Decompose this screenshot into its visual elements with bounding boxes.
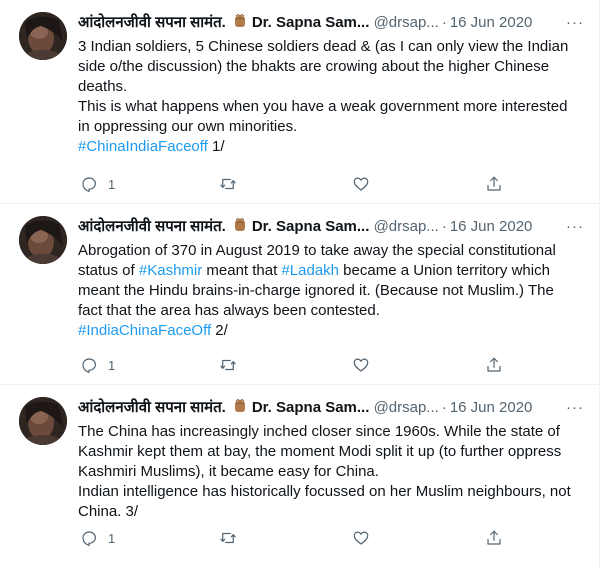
retweet-icon	[220, 532, 236, 544]
tweet-line: Abrogation of 370 in August 2019 to take…	[78, 241, 582, 321]
separator-dot: ·	[441, 218, 447, 235]
reply-count: 1	[108, 176, 116, 192]
heart-icon	[353, 177, 369, 191]
tweet-line: Indian intelligence has historically foc…	[78, 483, 571, 520]
tweet-actions: 1	[78, 529, 600, 549]
tweet-header: आंदोलनजीवी सपना सामंत. Dr. Sapna Sam... @…	[78, 12, 586, 34]
thread-index: 1/	[207, 138, 225, 155]
avatar[interactable]	[19, 397, 67, 445]
tweet-header: आंदोलनजीवी सपना सामंत. Dr. Sapna Sam... @…	[78, 397, 586, 419]
share-button[interactable]	[485, 529, 503, 547]
tweet-text: Abrogation of 370 in August 2019 to take…	[78, 241, 582, 341]
reply-button[interactable]: 1	[80, 175, 115, 193]
retweet-button[interactable]	[219, 529, 237, 547]
more-options-icon[interactable]: ···	[566, 397, 584, 419]
like-button[interactable]	[352, 175, 370, 193]
heart-icon	[353, 358, 369, 372]
hashtag-link[interactable]: #ChinaIndiaFaceoff	[78, 138, 208, 155]
user-handle[interactable]: @drsap...	[374, 218, 439, 235]
tweet-text-segment: meant that	[202, 262, 282, 279]
raised-fist-emoji-icon	[232, 398, 248, 414]
tweet-text: The China has increasingly inched closer…	[78, 422, 582, 522]
separator-dot: ·	[441, 14, 447, 31]
raised-fist-emoji-icon	[232, 217, 248, 233]
user-handle[interactable]: @drsap...	[374, 399, 439, 416]
avatar-photo-icon	[19, 397, 67, 445]
display-name[interactable]: आंदोलनजीवी सपना सामंत.	[78, 399, 226, 416]
retweet-button[interactable]	[219, 175, 237, 193]
retweet-icon	[220, 359, 236, 371]
retweet-button[interactable]	[219, 356, 237, 374]
reply-icon	[82, 531, 96, 547]
tweet-text: 3 Indian soldiers, 5 Chinese soldiers de…	[78, 37, 582, 157]
tweet-line: The China has increasingly inched closer…	[78, 423, 562, 480]
hashtag-link[interactable]: #IndiaChinaFaceOff	[78, 322, 211, 339]
share-button[interactable]	[485, 175, 503, 193]
display-name-suffix[interactable]: Dr. Sapna Sam...	[252, 14, 370, 31]
reply-button[interactable]: 1	[80, 529, 115, 547]
tweet-date[interactable]: 16 Jun 2020	[450, 14, 533, 31]
display-name-suffix[interactable]: Dr. Sapna Sam...	[252, 218, 370, 235]
thread-timeline: आंदोलनजीवी सपना सामंत. Dr. Sapna Sam... @…	[0, 0, 600, 568]
reply-icon	[82, 358, 96, 374]
avatar[interactable]	[19, 216, 67, 264]
heart-icon	[353, 531, 369, 545]
avatar-photo-icon	[19, 216, 67, 264]
tweet-line: #ChinaIndiaFaceoff 1/	[78, 137, 582, 157]
reply-count: 1	[108, 530, 116, 546]
like-button[interactable]	[352, 529, 370, 547]
display-name[interactable]: आंदोलनजीवी सपना सामंत.	[78, 218, 226, 235]
more-options-icon[interactable]: ···	[566, 12, 584, 34]
tweet-header: आंदोलनजीवी सपना सामंत. Dr. Sapna Sam... @…	[78, 216, 586, 238]
share-icon	[487, 530, 501, 545]
tweet-line: This is what happens when you have a wea…	[78, 98, 568, 135]
tweet[interactable]: आंदोलनजीवी सपना सामंत. Dr. Sapna Sam... @…	[0, 0, 600, 203]
tweet-line: 3 Indian soldiers, 5 Chinese soldiers de…	[78, 38, 569, 95]
reply-count: 1	[108, 357, 116, 373]
tweet-actions: 1	[78, 356, 600, 376]
tweet-date[interactable]: 16 Jun 2020	[450, 218, 533, 235]
display-name-suffix[interactable]: Dr. Sapna Sam...	[252, 399, 370, 416]
tweet[interactable]: आंदोलनजीवी सपना सामंत. Dr. Sapna Sam... @…	[0, 384, 600, 569]
tweet[interactable]: आंदोलनजीवी सपना सामंत. Dr. Sapna Sam... @…	[0, 203, 600, 385]
separator-dot: ·	[441, 399, 447, 416]
avatar[interactable]	[19, 12, 67, 60]
hashtag-link[interactable]: #Ladakh	[281, 262, 339, 279]
reply-icon	[82, 177, 96, 193]
share-button[interactable]	[485, 356, 503, 374]
tweet-actions: 1	[78, 175, 600, 195]
hashtag-link[interactable]: #Kashmir	[139, 262, 202, 279]
user-handle[interactable]: @drsap...	[374, 14, 439, 31]
share-icon	[487, 357, 501, 372]
raised-fist-emoji-icon	[232, 13, 248, 29]
tweet-date[interactable]: 16 Jun 2020	[450, 399, 533, 416]
share-icon	[487, 176, 501, 191]
avatar-photo-icon	[19, 12, 67, 60]
like-button[interactable]	[352, 356, 370, 374]
reply-button[interactable]: 1	[80, 356, 115, 374]
display-name[interactable]: आंदोलनजीवी सपना सामंत.	[78, 14, 226, 31]
retweet-icon	[220, 178, 236, 190]
tweet-line: #IndiaChinaFaceOff 2/	[78, 321, 582, 341]
thread-index: 2/	[211, 322, 228, 339]
more-options-icon[interactable]: ···	[566, 216, 584, 238]
